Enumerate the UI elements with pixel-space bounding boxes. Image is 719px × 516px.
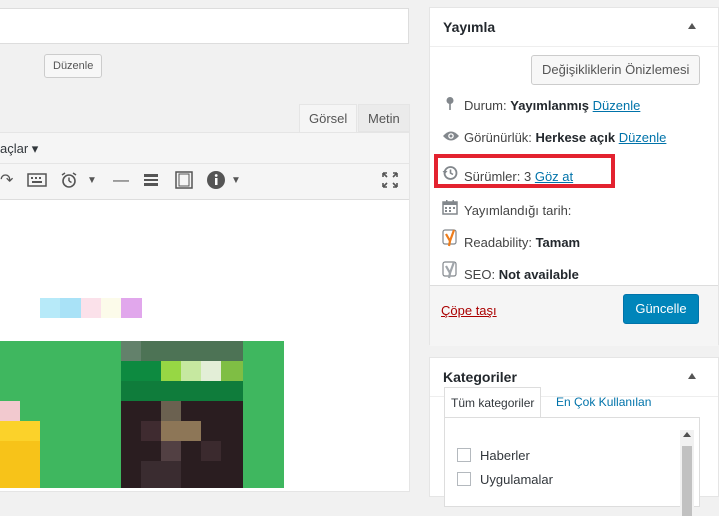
pin-icon [442, 96, 458, 113]
tab-visual[interactable]: Görsel [299, 104, 358, 132]
post-title-input[interactable] [0, 8, 409, 44]
tab-most-used[interactable]: En Çok Kullanılan [550, 387, 657, 417]
preview-changes-button[interactable]: Değişikliklerin Önizlemesi [531, 55, 701, 85]
redo-icon[interactable]: ↷ [0, 171, 13, 191]
read-more-icon[interactable] [143, 172, 159, 192]
readability-row: Readability: Tamam [442, 229, 580, 250]
info-icon[interactable] [206, 170, 226, 190]
published-date-row: Yayımlandığı tarih: [442, 199, 571, 218]
tab-text[interactable]: Metin [358, 104, 410, 132]
distraction-free-icon[interactable] [382, 172, 398, 192]
edit-permalink-button[interactable]: Düzenle [44, 54, 103, 78]
keyboard-icon[interactable] [27, 172, 47, 192]
chevron-down-icon[interactable]: ▼ [87, 171, 97, 191]
horizontal-line-icon[interactable]: — [113, 171, 129, 191]
visibility-edit-link[interactable]: Düzenle [619, 130, 667, 145]
eye-icon [442, 130, 459, 145]
publish-box-header[interactable]: Yayımla [430, 8, 718, 47]
collapse-arrow-icon[interactable] [688, 373, 696, 379]
seo-row: SEO: Not available [442, 261, 579, 282]
scrollbar-thumb[interactable] [682, 446, 692, 516]
revisions-highlight-box [434, 154, 615, 188]
category-checkbox-uygulamalar[interactable] [457, 472, 471, 486]
visibility-row: Görünürlük: Herkese açık Düzenle [442, 130, 666, 145]
category-label-haberler: Haberler [480, 448, 530, 463]
publish-box-title: Yayımla [443, 19, 496, 35]
categories-box: Kategoriler Tüm kategoriler En Çok Kulla… [429, 357, 719, 516]
alarm-clock-icon[interactable] [60, 172, 78, 192]
status-edit-link[interactable]: Düzenle [593, 98, 641, 113]
category-label-uygulamalar: Uygulamalar [480, 472, 553, 487]
tools-dropdown[interactable]: açlar ▾ [0, 141, 38, 157]
category-checkbox-haberler[interactable] [457, 448, 471, 462]
category-list-scrollbar[interactable] [680, 430, 694, 516]
status-row: Durum: Yayımlanmış Düzenle [442, 96, 640, 113]
categories-box-title: Kategoriler [443, 369, 517, 385]
move-to-trash-link[interactable]: Çöpe taşı [441, 303, 497, 318]
publish-actions: Çöpe taşı Güncelle [430, 285, 718, 346]
tab-all-categories[interactable]: Tüm kategoriler [444, 387, 542, 417]
editor-toolbar-top [0, 133, 409, 164]
fullscreen-frame-icon[interactable] [175, 171, 193, 191]
update-button[interactable]: Güncelle [623, 294, 699, 324]
yoast-readability-icon [442, 229, 458, 250]
chevron-down-icon[interactable]: ▼ [231, 171, 241, 191]
scroll-up-icon[interactable] [683, 432, 691, 437]
yoast-seo-icon [442, 261, 458, 282]
collapse-arrow-icon[interactable] [688, 23, 696, 29]
calendar-icon [442, 199, 458, 218]
